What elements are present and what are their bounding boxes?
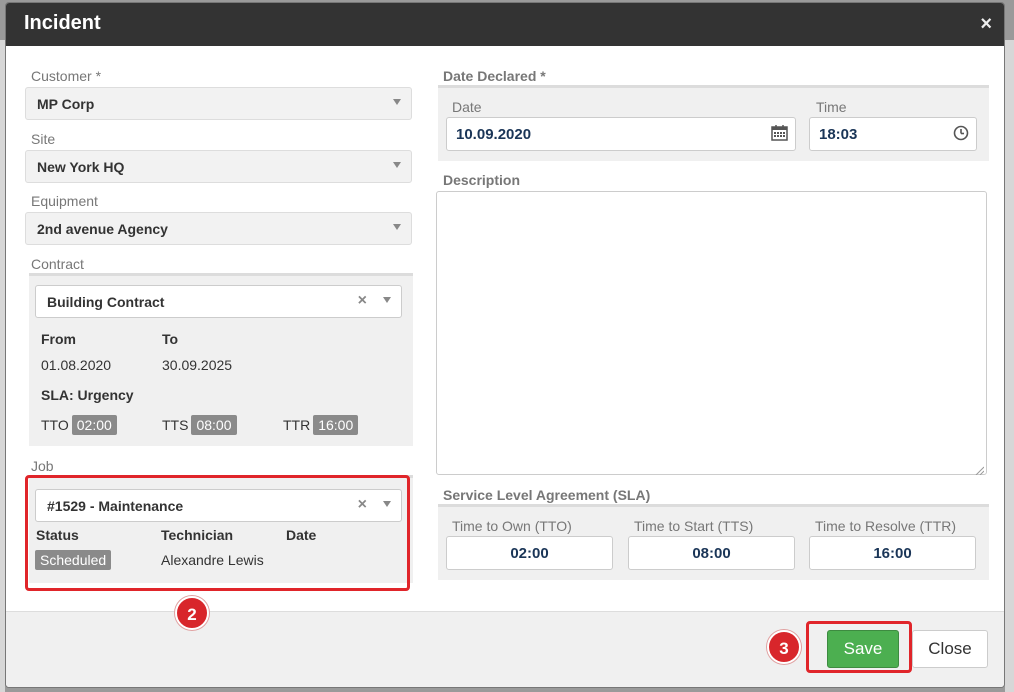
site-value: New York HQ [37, 159, 125, 175]
contract-to-label: To [162, 331, 179, 347]
customer-label: Customer * [31, 68, 102, 84]
sla-tto-label: Time to Own (TTO) [452, 518, 572, 534]
contract-panel: Building Contract × From To 01.08.2020 3… [29, 273, 413, 446]
modal-footer: Save Close [6, 611, 1004, 687]
date-input[interactable]: 10.09.2020 [446, 117, 796, 151]
tto-item: TTO 02:00 [41, 415, 117, 435]
step-marker-3: 3 [767, 630, 801, 664]
job-select[interactable]: #1529 - Maintenance × [35, 489, 402, 522]
contract-from-label: From [41, 331, 76, 347]
ttr-item: TTR 16:00 [283, 415, 359, 435]
sla-panel: Time to Own (TTO) 02:00 Time to Start (T… [438, 504, 989, 580]
description-label: Description [443, 172, 521, 188]
status-badge: Scheduled [35, 550, 112, 570]
sla-title: SLA: Urgency [41, 387, 134, 403]
equipment-value: 2nd avenue Agency [37, 221, 168, 237]
sla-label: Service Level Agreement (SLA) [443, 487, 651, 503]
customer-value: MP Corp [37, 96, 95, 112]
chevron-down-icon [393, 162, 401, 168]
resize-grip-icon[interactable] [974, 462, 985, 476]
chevron-down-icon [393, 224, 401, 230]
equipment-select[interactable]: 2nd avenue Agency [25, 212, 412, 245]
job-status-label: Status [36, 527, 79, 543]
chevron-down-icon [383, 297, 391, 303]
chevron-down-icon [383, 501, 391, 507]
date-declared-label: Date Declared * [443, 68, 546, 84]
sla-ttr-label: Time to Resolve (TTR) [815, 518, 957, 534]
calendar-icon[interactable] [771, 124, 788, 145]
time-label: Time [816, 99, 847, 115]
date-label: Date [452, 99, 482, 115]
contract-to-value: 30.09.2025 [162, 357, 233, 373]
clear-icon[interactable]: × [358, 496, 367, 514]
job-status: Scheduled [35, 550, 112, 570]
ttr-badge: 16:00 [313, 415, 359, 435]
clear-icon[interactable]: × [358, 292, 367, 310]
incident-modal: Incident × Customer * MP Corp Site New Y… [5, 2, 1005, 688]
chevron-down-icon [393, 99, 401, 105]
contract-select[interactable]: Building Contract × [35, 285, 402, 318]
contract-value: Building Contract [47, 294, 165, 310]
save-button[interactable]: Save [827, 630, 899, 668]
ttr-label: TTR [283, 417, 311, 433]
background-page [1005, 40, 1014, 692]
job-label: Job [31, 458, 54, 474]
contract-label: Contract [31, 256, 84, 272]
site-select[interactable]: New York HQ [25, 150, 412, 183]
close-button[interactable]: Close [912, 630, 988, 668]
sla-tto-value: 02:00 [446, 536, 613, 570]
sla-ttr-value: 16:00 [809, 536, 976, 570]
tts-label: TTS [162, 417, 189, 433]
date-declared-panel: Date 10.09.2020 Time 18:03 [438, 85, 989, 161]
step-marker-2: 2 [175, 596, 209, 630]
job-technician-value: Alexandre Lewis [161, 552, 264, 568]
sla-tts-value: 08:00 [628, 536, 795, 570]
clock-icon[interactable] [953, 125, 969, 145]
job-value: #1529 - Maintenance [47, 498, 184, 514]
close-icon[interactable]: × [980, 13, 992, 36]
tts-badge: 08:00 [191, 415, 237, 435]
job-panel: #1529 - Maintenance × Status Technician … [29, 475, 413, 583]
tto-badge: 02:00 [71, 415, 117, 435]
contract-from-value: 01.08.2020 [41, 357, 112, 373]
date-value: 10.09.2020 [456, 126, 532, 143]
job-date-label: Date [286, 527, 317, 543]
time-input[interactable]: 18:03 [809, 117, 977, 151]
description-textarea[interactable] [436, 191, 987, 476]
job-technician-label: Technician [161, 527, 234, 543]
time-value: 18:03 [819, 126, 858, 143]
tto-label: TTO [41, 417, 69, 433]
equipment-label: Equipment [31, 193, 98, 209]
modal-title: Incident [24, 12, 101, 34]
tts-item: TTS 08:00 [162, 415, 237, 435]
modal-header: Incident × [6, 3, 1004, 46]
sla-tts-label: Time to Start (TTS) [634, 518, 754, 534]
site-label: Site [31, 131, 56, 147]
customer-select[interactable]: MP Corp [25, 87, 412, 120]
modal-body: Customer * MP Corp Site New York HQ Equi… [6, 46, 1004, 611]
